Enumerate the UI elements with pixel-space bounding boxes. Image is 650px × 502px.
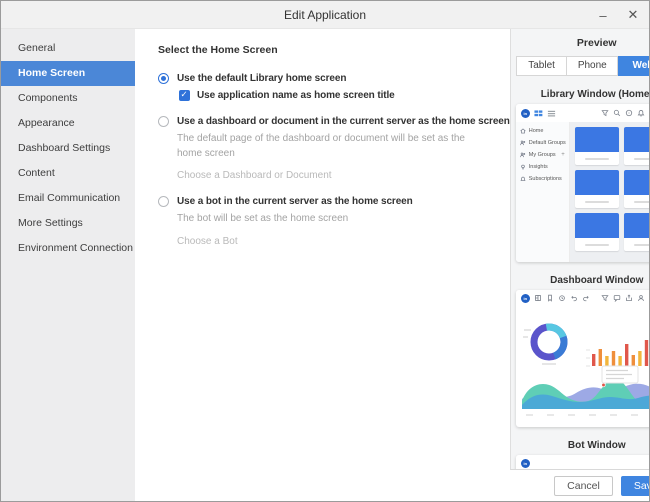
library-nav-insights[interactable]: Insights <box>516 161 569 173</box>
option-description: The bot will be set as the home screen <box>177 212 469 227</box>
checkbox-label[interactable]: Use application name as home screen titl… <box>197 90 395 101</box>
preview-panel: Preview Tablet Phone Web Library Window … <box>510 29 650 470</box>
nav-label: Insights <box>529 164 548 170</box>
sidebar-item-home-screen[interactable]: Home Screen <box>1 61 135 86</box>
list-view-icon[interactable] <box>547 109 556 118</box>
option-bot-home: Use a bot in the current server as the h… <box>158 196 510 247</box>
sidebar-item-environment-connection[interactable]: Environment Connection <box>1 236 135 261</box>
library-item-tile[interactable] <box>624 170 650 208</box>
bot-window-preview: in <box>516 455 650 470</box>
radio-bot-home[interactable] <box>158 196 169 207</box>
library-item-tile[interactable] <box>575 213 620 251</box>
sidebar-item-email-communication[interactable]: Email Communication <box>1 186 135 211</box>
app-logo: in <box>521 294 530 303</box>
sidebar-item-content[interactable]: Content <box>1 161 135 186</box>
library-item-tile[interactable] <box>575 170 620 208</box>
settings-sidebar: General Home Screen Components Appearanc… <box>1 29 135 502</box>
tab-phone[interactable]: Phone <box>567 56 618 76</box>
window-controls: – ✕ <box>595 1 641 29</box>
close-icon[interactable]: ✕ <box>625 7 641 23</box>
option-default-library: Use the default Library home screen Use … <box>158 73 510 101</box>
library-nav-subscriptions[interactable]: Subscriptions <box>516 173 569 185</box>
grid-view-icon[interactable] <box>534 109 543 118</box>
search-icon[interactable] <box>613 109 621 117</box>
option-dashboard-home: Use a dashboard or document in the curre… <box>158 116 510 181</box>
radio-dashboard-home[interactable] <box>158 116 169 127</box>
notifications-icon[interactable] <box>637 109 645 117</box>
filter-icon[interactable] <box>601 109 609 117</box>
bookmark-icon[interactable] <box>546 294 554 302</box>
history-icon[interactable] <box>558 294 566 302</box>
cancel-button[interactable]: Cancel <box>554 476 613 496</box>
choose-dashboard-link[interactable]: Choose a Dashboard or Document <box>177 170 510 181</box>
library-nav: Home Default Groups My Groups + <box>516 122 570 262</box>
dialog-title: Edit Application <box>284 8 366 22</box>
sidebar-item-components[interactable]: Components <box>1 86 135 111</box>
filter-icon[interactable] <box>601 294 609 302</box>
sidebar-item-dashboard-settings[interactable]: Dashboard Settings <box>1 136 135 161</box>
app-logo: in <box>521 459 530 468</box>
comment-icon[interactable] <box>613 294 621 302</box>
radio-default-library[interactable] <box>158 73 169 84</box>
sidebar-item-general[interactable]: General <box>1 36 135 61</box>
library-item-tile[interactable] <box>624 127 650 165</box>
library-item-tile[interactable] <box>624 213 650 251</box>
library-window-preview: in <box>516 104 650 262</box>
sidebar-item-more-settings[interactable]: More Settings <box>1 211 135 236</box>
export-icon[interactable] <box>625 294 633 302</box>
library-window-title: Library Window (Home) <box>511 89 650 100</box>
save-button[interactable]: Save <box>621 476 650 496</box>
library-card-grid <box>570 122 650 262</box>
help-icon[interactable] <box>625 109 633 117</box>
undo-icon[interactable] <box>570 294 578 302</box>
user-icon[interactable] <box>637 294 645 302</box>
nav-label: Home <box>529 128 544 134</box>
dialog-footer: Cancel Save <box>135 470 650 502</box>
tab-web[interactable]: Web <box>618 56 650 76</box>
bot-window-title: Bot Window <box>511 440 650 451</box>
option-label[interactable]: Use a dashboard or document in the curre… <box>177 116 510 127</box>
nav-label: Subscriptions <box>529 176 562 182</box>
checkbox-app-name-title[interactable] <box>179 90 190 101</box>
dashboard-window-preview: in <box>516 290 650 427</box>
redo-icon[interactable] <box>582 294 590 302</box>
library-nav-home[interactable]: Home <box>516 125 569 137</box>
minimize-icon[interactable]: – <box>595 8 611 23</box>
tab-tablet[interactable]: Tablet <box>516 56 568 76</box>
library-item-tile[interactable] <box>575 127 620 165</box>
library-nav-default-groups[interactable]: Default Groups <box>516 137 569 149</box>
add-group-icon[interactable]: + <box>561 152 565 158</box>
nav-label: Default Groups <box>529 140 566 146</box>
preview-heading: Preview <box>511 37 650 49</box>
home-screen-settings: Select the Home Screen Use the default L… <box>135 29 510 470</box>
option-label[interactable]: Use a bot in the current server as the h… <box>177 196 413 207</box>
option-label[interactable]: Use the default Library home screen <box>177 73 346 84</box>
library-nav-my-groups[interactable]: My Groups + <box>516 149 569 161</box>
preview-device-tabs: Tablet Phone Web <box>516 56 650 76</box>
dashboard-window-title: Dashboard Window <box>511 275 650 286</box>
option-description: The default page of the dashboard or doc… <box>177 132 469 161</box>
edit-application-dialog: Edit Application – ✕ General Home Screen… <box>0 0 650 502</box>
app-logo: in <box>521 109 530 118</box>
titlebar: Edit Application – ✕ <box>1 1 649 29</box>
dashboard-charts-thumbnail <box>516 306 650 422</box>
choose-bot-link[interactable]: Choose a Bot <box>177 236 510 247</box>
nav-label: My Groups <box>529 152 556 158</box>
section-heading: Select the Home Screen <box>158 44 510 56</box>
widgets-icon[interactable] <box>534 294 542 302</box>
sidebar-item-appearance[interactable]: Appearance <box>1 111 135 136</box>
